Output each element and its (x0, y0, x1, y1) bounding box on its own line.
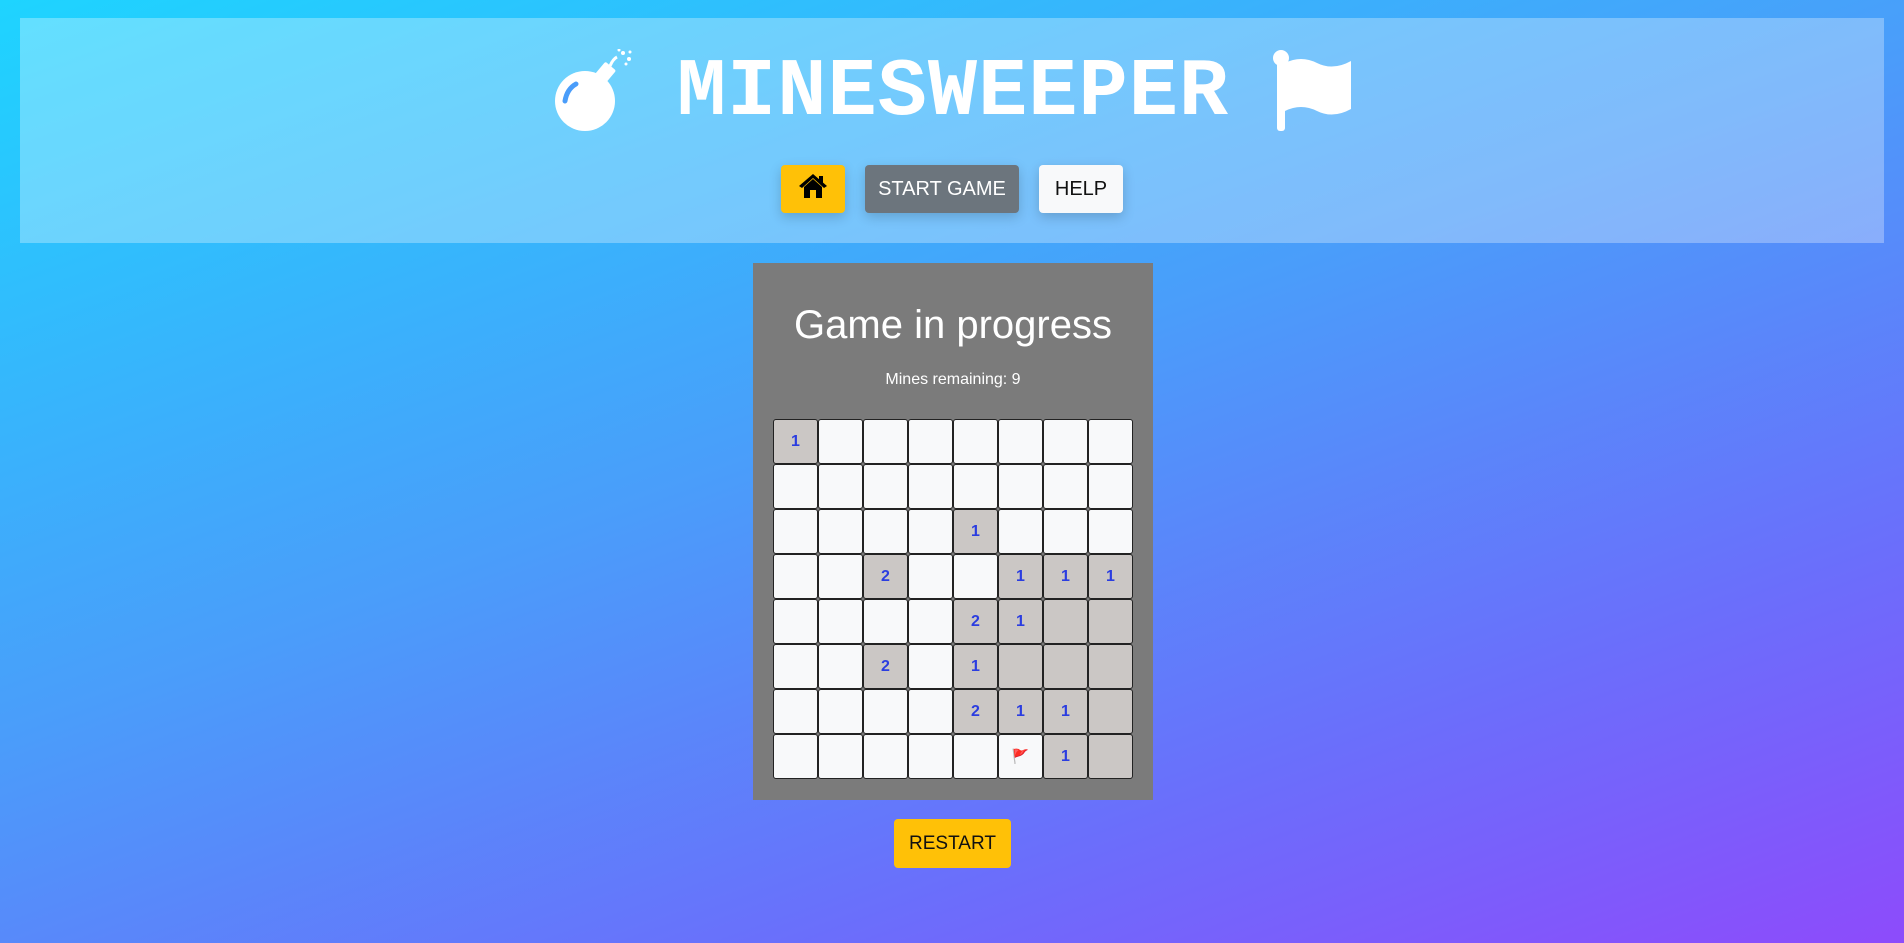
flag-icon (1271, 49, 1353, 138)
cell-hidden[interactable] (1043, 464, 1088, 509)
cell-revealed[interactable] (1043, 644, 1088, 689)
home-icon (798, 173, 828, 205)
game-board: 1 1 2 1 1 1 2 1 2 1 2 1 1 🚩 1 (773, 419, 1133, 779)
cell-hidden[interactable] (908, 734, 953, 779)
cell-number: 1 (1106, 567, 1115, 585)
cell-revealed[interactable]: 1 (773, 419, 818, 464)
cell-hidden[interactable] (908, 509, 953, 554)
help-button[interactable]: HELP (1039, 165, 1123, 213)
cell-revealed[interactable]: 2 (953, 689, 998, 734)
cell-number: 1 (1061, 567, 1070, 585)
cell-hidden[interactable] (818, 464, 863, 509)
cell-hidden[interactable] (1088, 419, 1133, 464)
cell-revealed[interactable]: 1 (953, 644, 998, 689)
cell-hidden[interactable] (773, 464, 818, 509)
mines-remaining: Mines remaining: 9 (885, 371, 1021, 388)
cell-hidden[interactable] (818, 734, 863, 779)
cell-hidden[interactable] (863, 734, 908, 779)
cell-revealed[interactable]: 1 (1043, 554, 1088, 599)
cell-revealed[interactable] (998, 644, 1043, 689)
cell-revealed[interactable] (1088, 689, 1133, 734)
cell-hidden[interactable] (998, 464, 1043, 509)
cell-revealed[interactable]: 1 (1043, 734, 1088, 779)
cell-number: 2 (881, 657, 890, 675)
cell-hidden[interactable] (818, 644, 863, 689)
cell-number: 1 (1016, 612, 1025, 630)
cell-number: 1 (1016, 567, 1025, 585)
cell-hidden[interactable] (1088, 464, 1133, 509)
cell-revealed[interactable]: 2 (863, 554, 908, 599)
cell-hidden[interactable] (773, 689, 818, 734)
cell-revealed[interactable]: 1 (998, 599, 1043, 644)
cell-number: 2 (971, 702, 980, 720)
cell-hidden[interactable] (953, 419, 998, 464)
cell-number: 2 (881, 567, 890, 585)
cell-hidden[interactable] (908, 464, 953, 509)
cell-revealed[interactable] (1088, 644, 1133, 689)
cell-hidden[interactable] (863, 464, 908, 509)
cell-number: 1 (791, 432, 800, 450)
game-panel: Game in progress Mines remaining: 9 1121… (753, 263, 1153, 800)
cell-hidden[interactable] (818, 689, 863, 734)
header: MINESWEEPER START GAME HELP (20, 18, 1884, 243)
cell-hidden[interactable] (998, 419, 1043, 464)
flag-icon: 🚩 (1011, 748, 1030, 764)
start-game-button[interactable]: START GAME (865, 165, 1019, 213)
cell-revealed[interactable]: 1 (998, 689, 1043, 734)
cell-number: 1 (971, 522, 980, 540)
restart-button[interactable]: RESTART (894, 819, 1011, 868)
cell-revealed[interactable]: 1 (953, 509, 998, 554)
cell-hidden[interactable] (773, 734, 818, 779)
cell-hidden[interactable] (863, 689, 908, 734)
cell-revealed[interactable]: 1 (1043, 689, 1088, 734)
cell-number: 2 (971, 612, 980, 630)
cell-number: 1 (971, 657, 980, 675)
cell-hidden[interactable] (863, 419, 908, 464)
cell-hidden[interactable] (773, 554, 818, 599)
cell-hidden[interactable] (1043, 419, 1088, 464)
cell-hidden[interactable] (953, 734, 998, 779)
cell-flagged[interactable]: 🚩 (998, 734, 1043, 779)
cell-number: 1 (1061, 702, 1070, 720)
cell-hidden[interactable] (773, 599, 818, 644)
cell-hidden[interactable] (953, 464, 998, 509)
cell-hidden[interactable] (818, 554, 863, 599)
cell-hidden[interactable] (1088, 509, 1133, 554)
cell-hidden[interactable] (1043, 509, 1088, 554)
cell-revealed[interactable]: 2 (953, 599, 998, 644)
cell-hidden[interactable] (908, 599, 953, 644)
cell-revealed[interactable] (1088, 599, 1133, 644)
cell-hidden[interactable] (908, 419, 953, 464)
cell-hidden[interactable] (908, 689, 953, 734)
cell-hidden[interactable] (863, 599, 908, 644)
title-row: MINESWEEPER (20, 38, 1884, 148)
nav-bar: START GAME HELP (20, 165, 1884, 213)
cell-hidden[interactable] (863, 509, 908, 554)
app-title: MINESWEEPER (676, 46, 1230, 139)
cell-hidden[interactable] (908, 644, 953, 689)
cell-revealed[interactable]: 1 (998, 554, 1043, 599)
cell-number: 1 (1016, 702, 1025, 720)
cell-hidden[interactable] (998, 509, 1043, 554)
cell-hidden[interactable] (908, 554, 953, 599)
cell-revealed[interactable]: 2 (863, 644, 908, 689)
bomb-icon (551, 48, 635, 138)
game-status: Game in progress (794, 303, 1112, 347)
cell-revealed[interactable] (1043, 599, 1088, 644)
cell-hidden[interactable] (818, 509, 863, 554)
cell-hidden[interactable] (773, 509, 818, 554)
cell-hidden[interactable] (773, 644, 818, 689)
cell-hidden[interactable] (818, 599, 863, 644)
cell-revealed[interactable]: 1 (1088, 554, 1133, 599)
cell-revealed[interactable] (1088, 734, 1133, 779)
home-button[interactable] (781, 165, 845, 213)
cell-number: 1 (1061, 747, 1070, 765)
cell-hidden[interactable] (818, 419, 863, 464)
cell-hidden[interactable] (953, 554, 998, 599)
